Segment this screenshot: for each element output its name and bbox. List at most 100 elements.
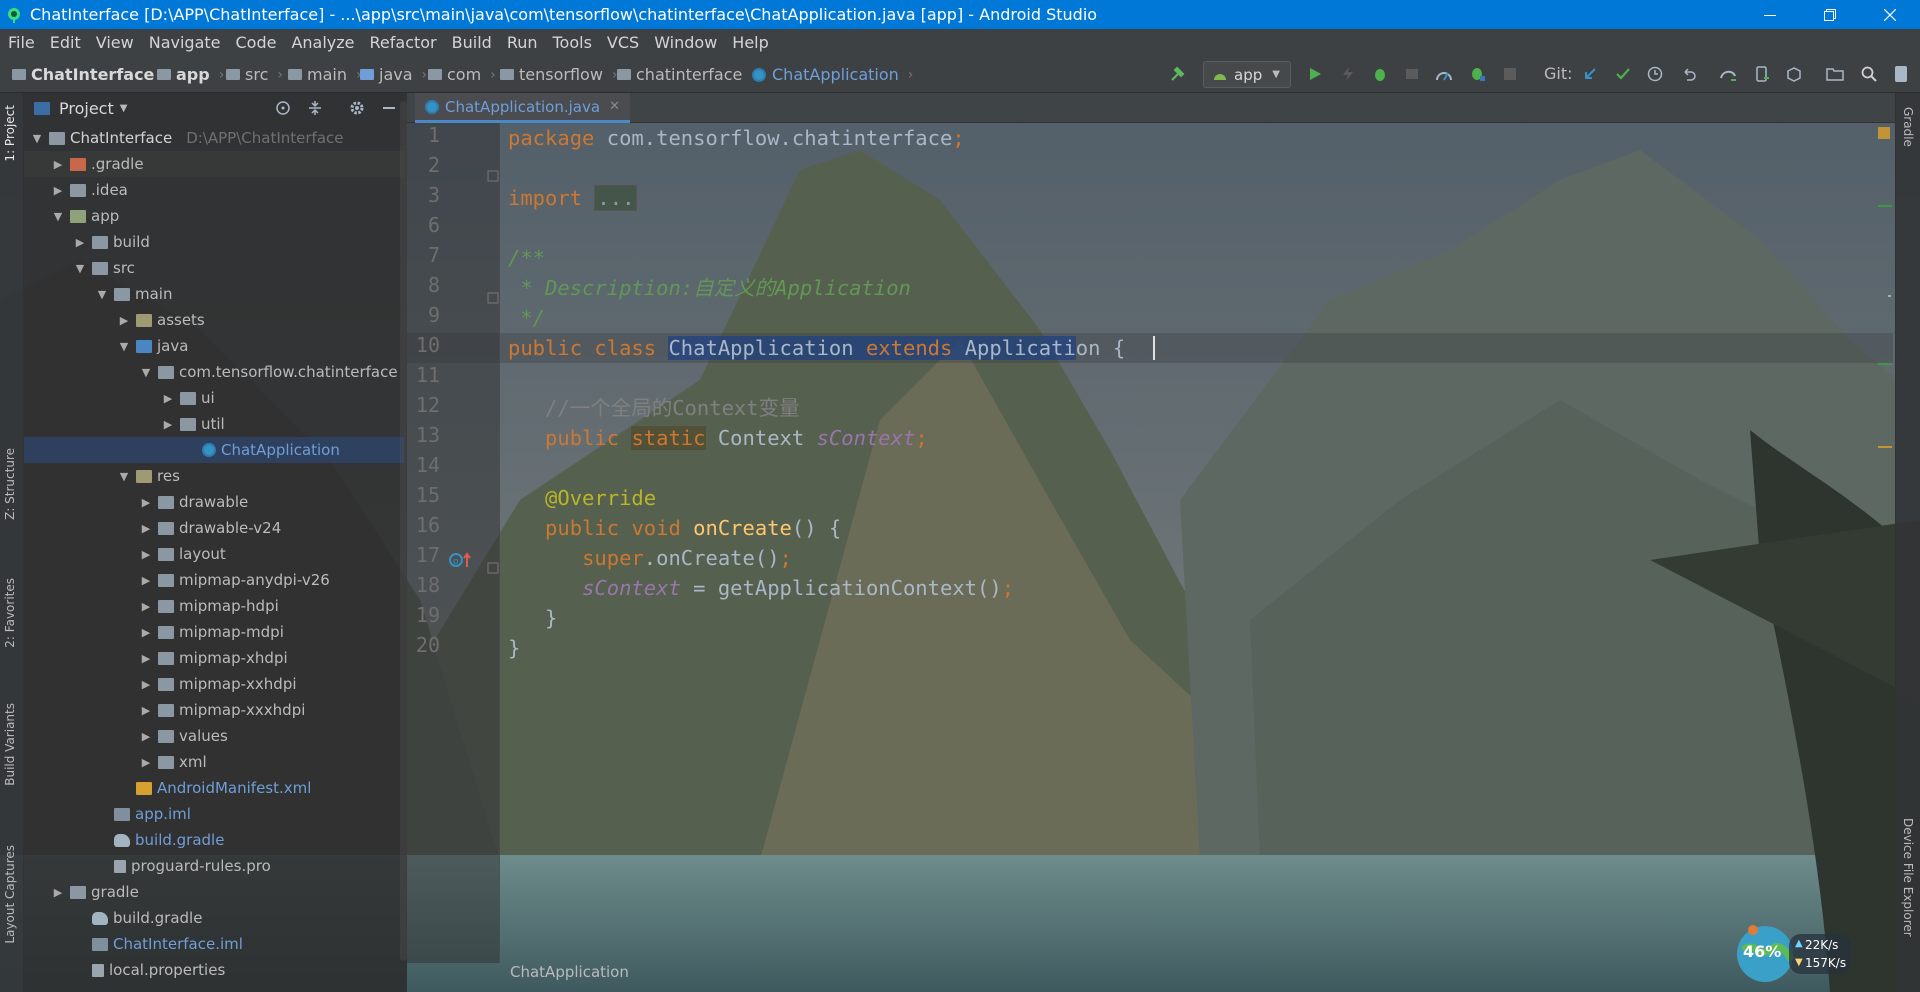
collapse-all-icon[interactable]	[306, 99, 324, 121]
menu-run[interactable]: Run	[499, 33, 545, 52]
project-scrollbar[interactable]	[400, 101, 407, 961]
ide-features-button[interactable]	[1891, 64, 1911, 84]
tree-item[interactable]: ▼ src	[24, 255, 404, 281]
project-structure-button[interactable]	[1825, 64, 1845, 84]
apply-changes-button[interactable]	[1338, 64, 1358, 84]
breadcrumb-item[interactable]: com ›	[428, 56, 496, 93]
vcs-commit-button[interactable]	[1613, 64, 1633, 84]
breadcrumb-item[interactable]: chatinterface›	[617, 56, 757, 93]
tree-item[interactable]: ▶ build	[24, 229, 404, 255]
tool-tab-structure[interactable]: Z: Structure	[3, 448, 17, 520]
fold-marker-icon[interactable]	[487, 559, 499, 578]
menu-navigate[interactable]: Navigate	[141, 33, 228, 52]
tree-item[interactable]: ▶ mipmap-mdpi	[24, 619, 404, 645]
error-stripe[interactable]	[1876, 123, 1894, 963]
tree-item[interactable]: ▼ ChatInterface D:\APP\ChatInterface	[24, 125, 404, 151]
tree-item[interactable]: ▶ mipmap-xhdpi	[24, 645, 404, 671]
breadcrumb-item[interactable]: main ›	[288, 56, 362, 93]
search-everywhere-button[interactable]	[1859, 64, 1879, 84]
breadcrumb-item[interactable]: ChatInterface›	[12, 56, 169, 93]
tree-item-selected[interactable]: ChatApplication	[24, 437, 404, 463]
tree-item[interactable]: ▶ mipmap-xxhdpi	[24, 671, 404, 697]
menu-view[interactable]: View	[88, 33, 141, 52]
override-method-icon[interactable]: o	[449, 551, 473, 573]
tool-tab-gradle[interactable]: Gradle	[1901, 107, 1915, 147]
folded-imports[interactable]: ...	[594, 185, 638, 211]
tool-tab-layout-captures[interactable]: Layout Captures	[3, 845, 17, 944]
close-window-button[interactable]	[1860, 0, 1920, 29]
tree-item[interactable]: ▶ mipmap-hdpi	[24, 593, 404, 619]
tree-item[interactable]: local.properties	[24, 957, 404, 983]
breadcrumb-item[interactable]: src ›	[226, 56, 283, 93]
menu-help[interactable]: Help	[724, 33, 775, 52]
menu-code[interactable]: Code	[228, 33, 284, 52]
vcs-history-button[interactable]	[1645, 64, 1665, 84]
tree-item[interactable]: build.gradle	[24, 827, 404, 853]
tree-item[interactable]: ▶ drawable	[24, 489, 404, 515]
tree-item[interactable]: build.gradle	[24, 905, 404, 931]
minimize-button[interactable]	[1740, 0, 1800, 29]
debug-button[interactable]	[1370, 64, 1390, 84]
avd-manager-button[interactable]	[1752, 64, 1772, 84]
sync-gradle-button[interactable]	[1718, 64, 1738, 84]
profile-button[interactable]	[1434, 64, 1454, 84]
tree-item[interactable]: ▶ ui	[24, 385, 404, 411]
tree-item[interactable]: ▼ com.tensorflow.chatinterface	[24, 359, 404, 385]
menu-vcs[interactable]: VCS	[599, 33, 646, 52]
fold-marker-icon[interactable]	[487, 289, 499, 308]
menu-file[interactable]: File	[0, 33, 42, 52]
tool-tab-device-file-explorer[interactable]: Device File Explorer	[1901, 818, 1915, 937]
tree-item[interactable]: ▶ .gradle	[24, 151, 404, 177]
close-tab-icon[interactable]: ✕	[609, 99, 620, 114]
tree-item[interactable]: ▼ main	[24, 281, 404, 307]
run-coverage-button[interactable]	[1402, 64, 1422, 84]
tree-item[interactable]: proguard-rules.pro	[24, 853, 404, 879]
breadcrumb-item[interactable]: app ›	[157, 56, 224, 93]
code-editor[interactable]: package com.tensorflow.chatinterface; im…	[500, 123, 1894, 963]
tree-item[interactable]: ▶ assets	[24, 307, 404, 333]
tool-tab-project[interactable]: 1: Project	[3, 105, 17, 162]
tree-item[interactable]: ▼ java	[24, 333, 404, 359]
editor-tab-active[interactable]: ChatApplication.java ✕	[415, 93, 630, 123]
menu-tools[interactable]: Tools	[545, 33, 599, 52]
tree-item[interactable]: ▼ res	[24, 463, 404, 489]
tree-item[interactable]: ▼ app	[24, 203, 404, 229]
warning-status-icon[interactable]	[1878, 127, 1890, 139]
tree-item[interactable]: ▶ values	[24, 723, 404, 749]
stop-button[interactable]	[1500, 64, 1520, 84]
menu-analyze[interactable]: Analyze	[283, 33, 361, 52]
hide-panel-icon[interactable]	[380, 99, 398, 121]
tree-item[interactable]: ▶ xml	[24, 749, 404, 775]
sdk-manager-button[interactable]	[1784, 64, 1804, 84]
make-project-button[interactable]	[1168, 64, 1188, 84]
breadcrumb-item[interactable]: java ›	[360, 56, 427, 93]
tree-item[interactable]: ▶ mipmap-xxxhdpi	[24, 697, 404, 723]
menu-window[interactable]: Window	[646, 33, 724, 52]
tree-item[interactable]: ▶ layout	[24, 541, 404, 567]
editor-breadcrumb[interactable]: ChatApplication	[500, 960, 1894, 984]
restore-button[interactable]	[1800, 0, 1860, 29]
tool-tab-build-variants[interactable]: Build Variants	[3, 703, 17, 786]
tree-item[interactable]: ▶ util	[24, 411, 404, 437]
breadcrumb-item-current[interactable]: ChatApplication ›	[752, 56, 913, 93]
chevron-down-icon[interactable]: ▼	[120, 103, 128, 114]
breadcrumb-item[interactable]: tensorflow ›	[500, 56, 618, 93]
project-view-selector[interactable]: Project	[59, 99, 114, 118]
menu-edit[interactable]: Edit	[42, 33, 88, 52]
tree-item[interactable]: AndroidManifest.xml	[24, 775, 404, 801]
gear-icon[interactable]	[348, 99, 366, 121]
menu-build[interactable]: Build	[444, 33, 499, 52]
tree-item[interactable]: ▶ .idea	[24, 177, 404, 203]
vcs-update-button[interactable]	[1580, 64, 1600, 84]
tree-item[interactable]: ChatInterface.iml	[24, 931, 404, 957]
fold-marker-icon[interactable]	[487, 167, 499, 186]
menu-refactor[interactable]: Refactor	[362, 33, 444, 52]
tree-item[interactable]: app.iml	[24, 801, 404, 827]
tree-item[interactable]: ▶ mipmap-anydpi-v26	[24, 567, 404, 593]
tree-item[interactable]: ▶ gradle	[24, 879, 404, 905]
vcs-rollback-button[interactable]	[1679, 64, 1699, 84]
run-configuration-select[interactable]: app ▼	[1203, 61, 1291, 88]
attach-debugger-button[interactable]	[1468, 64, 1488, 84]
run-button[interactable]	[1305, 64, 1325, 84]
tree-item[interactable]: ▶ drawable-v24	[24, 515, 404, 541]
